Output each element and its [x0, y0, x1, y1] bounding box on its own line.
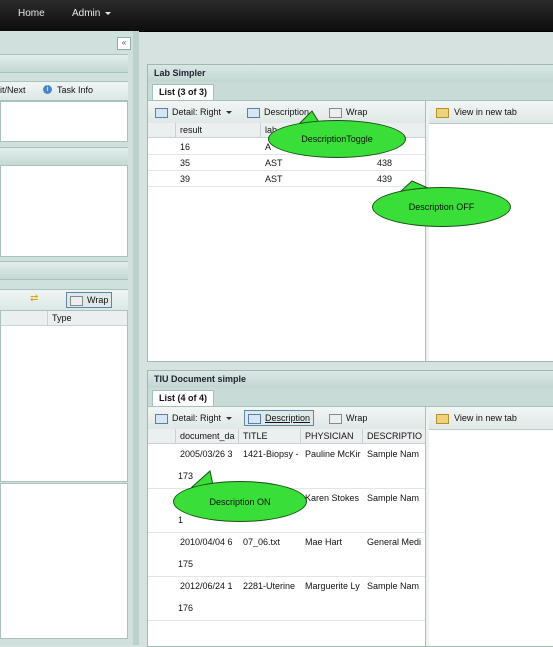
description-toggle-callout: DescriptionToggle [268, 120, 406, 158]
description-on-callout: Description ON [173, 481, 307, 522]
callout-tails [190, 110, 430, 491]
description-off-callout: Description OFF [372, 187, 511, 227]
